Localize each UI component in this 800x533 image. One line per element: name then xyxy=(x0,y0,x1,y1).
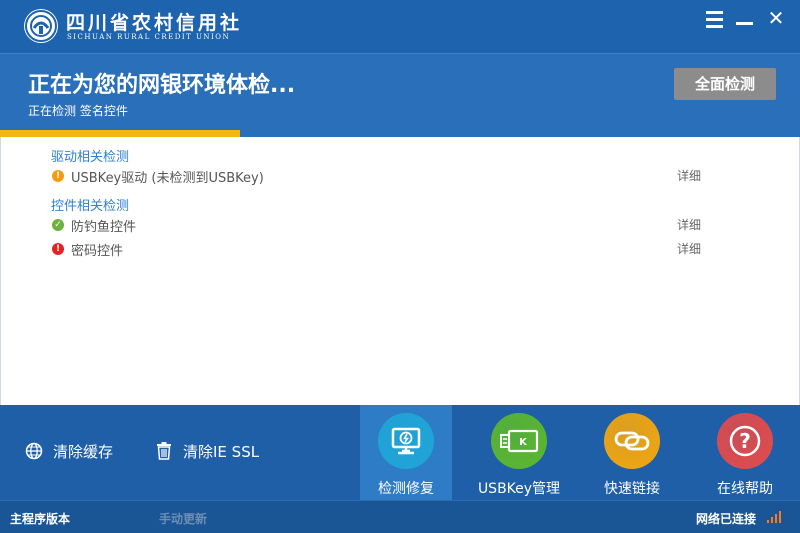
check-item-anti-phishing: ✓ 防钓鱼控件 详细 xyxy=(51,216,741,235)
section-title-driver: 驱动相关检测 xyxy=(51,150,130,165)
close-icon[interactable]: ✕ xyxy=(764,8,788,30)
detail-link[interactable]: 详细 xyxy=(677,240,701,257)
logo-text-cn: 四川省农村信用社 xyxy=(66,12,243,34)
scan-progress-fill xyxy=(0,130,240,137)
header-band: 正在为您的网银环境体检... 正在检测 签名控件 全面检测 xyxy=(0,53,800,137)
detail-link[interactable]: 详细 xyxy=(677,167,701,184)
check-item-label: 密码控件 xyxy=(71,244,124,259)
logo-emblem-icon xyxy=(24,9,58,43)
quick-link-button[interactable]: 快速链接 xyxy=(586,405,678,500)
hamburger-menu-icon[interactable] xyxy=(703,8,727,30)
check-item-label: 防钓鱼控件 xyxy=(71,220,137,235)
title-bar: 四川省农村信用社 SICHUAN RURAL CREDIT UNION ✕ xyxy=(0,0,800,53)
full-scan-button[interactable]: 全面检测 xyxy=(674,68,776,100)
manual-update-link[interactable]: 手动更新 xyxy=(159,510,207,527)
minimize-icon[interactable] xyxy=(733,8,757,30)
bottom-toolbar: 清除缓存 清除IE SSL 检测修复 K USBKey管理 快速链接 ? 在线帮… xyxy=(0,405,800,500)
globe-icon xyxy=(25,442,43,460)
check-item-usbkey-driver: ! USBKey驱动 (未检测到USBKey) 详细 xyxy=(51,167,741,186)
network-status: 网络已连接 xyxy=(696,512,757,526)
svg-text:K: K xyxy=(519,437,528,448)
page-title: 正在为您的网银环境体检... xyxy=(28,73,296,98)
section-title-control: 控件相关检测 xyxy=(51,199,130,214)
status-bar: 主程序版本 手动更新 网络已连接 xyxy=(0,500,800,533)
link-icon xyxy=(604,413,660,469)
scan-progress-bar xyxy=(0,130,800,137)
check-item-label: USBKey驱动 (未检测到USBKey) xyxy=(71,171,264,186)
signal-icon xyxy=(767,511,781,523)
online-help-button[interactable]: ? 在线帮助 xyxy=(699,405,791,500)
monitor-repair-icon xyxy=(378,413,434,469)
scan-status-text: 正在检测 签名控件 xyxy=(28,104,128,118)
trash-icon xyxy=(155,442,173,460)
usbkey-manage-label: USBKey管理 xyxy=(477,481,561,497)
version-label: 主程序版本 xyxy=(10,512,71,526)
check-repair-label: 检测修复 xyxy=(378,481,434,497)
usbkey-icon: K xyxy=(491,413,547,469)
error-icon: ! xyxy=(52,243,64,255)
quick-link-label: 快速链接 xyxy=(604,481,660,497)
warning-icon: ! xyxy=(52,170,64,182)
check-icon: ✓ xyxy=(52,219,64,231)
detail-link[interactable]: 详细 xyxy=(677,216,701,233)
help-icon: ? xyxy=(717,413,773,469)
clear-cache-label: 清除缓存 xyxy=(53,443,114,461)
svg-text:?: ? xyxy=(739,429,751,453)
clear-ie-ssl-label: 清除IE SSL xyxy=(183,443,260,461)
check-repair-button[interactable]: 检测修复 xyxy=(360,405,452,500)
online-help-label: 在线帮助 xyxy=(717,481,773,497)
logo-text-en: SICHUAN RURAL CREDIT UNION xyxy=(67,33,231,41)
check-item-password-control: ! 密码控件 详细 xyxy=(51,240,741,259)
usbkey-manage-button[interactable]: K USBKey管理 xyxy=(473,405,565,500)
check-results-panel: 驱动相关检测 ! USBKey驱动 (未检测到USBKey) 详细 控件相关检测… xyxy=(0,137,800,405)
